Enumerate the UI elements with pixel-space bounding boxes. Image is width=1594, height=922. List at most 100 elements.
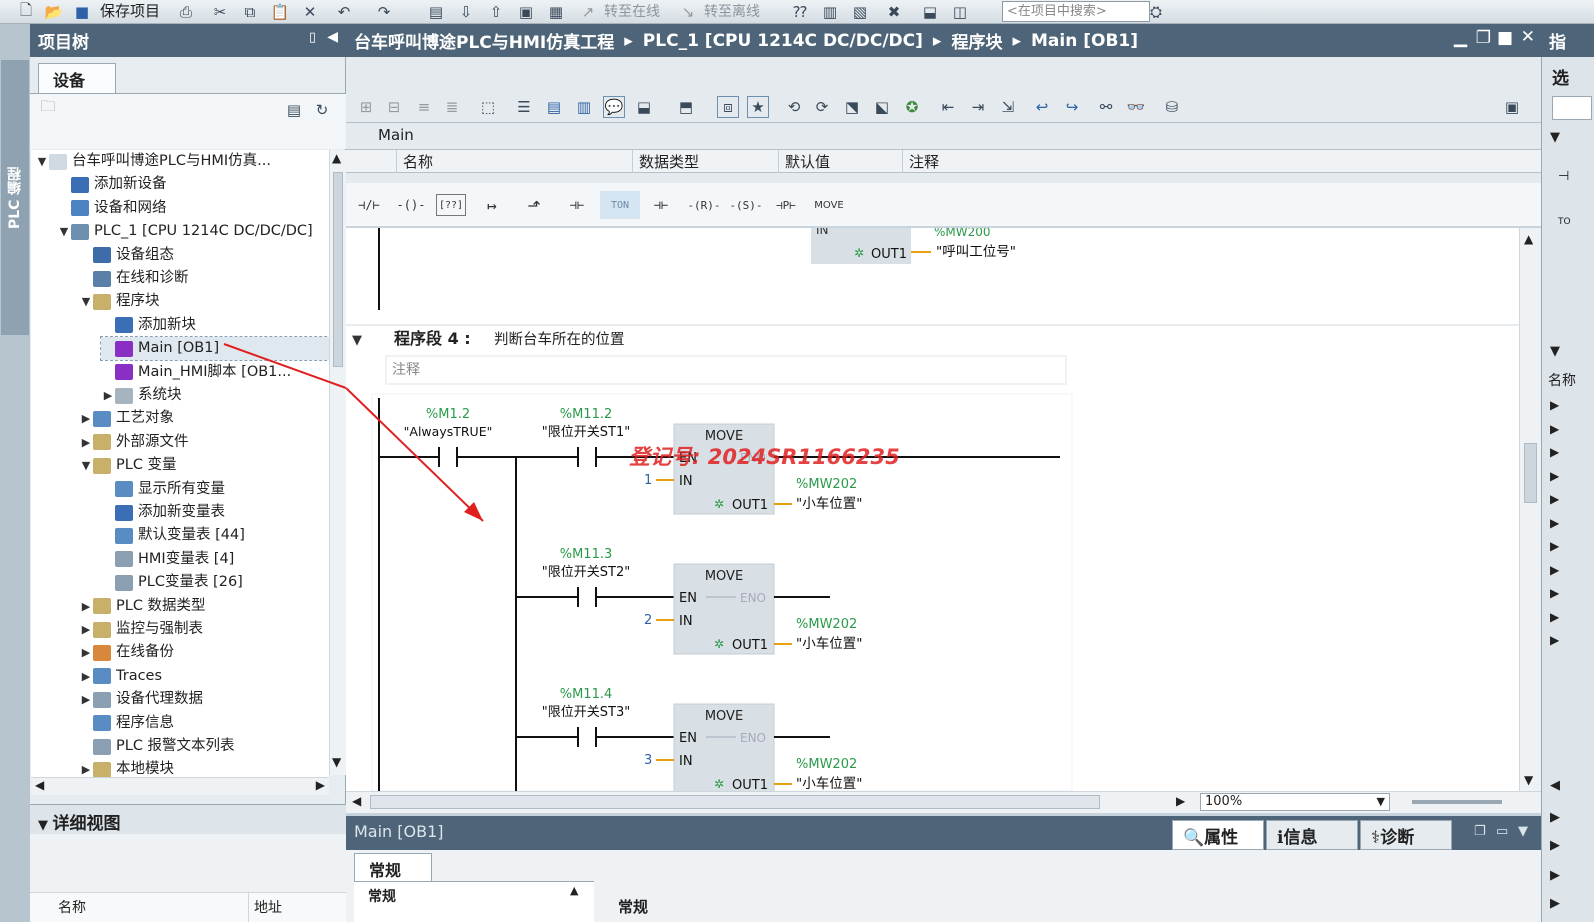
tree-vertical-scrollbar[interactable]: ▲ ▼ bbox=[329, 150, 346, 775]
favorites-icon[interactable]: ⬓ bbox=[634, 97, 654, 117]
chevron-down-icon[interactable]: ▼ bbox=[1550, 130, 1560, 145]
move-out-tag[interactable]: "小车位置" bbox=[796, 775, 862, 791]
plc-programming-tab[interactable]: PLC 编程 bbox=[1, 60, 29, 335]
go-online-button[interactable]: 转至在线 bbox=[604, 1, 660, 21]
tree-item[interactable]: PLC变量表 [26] bbox=[101, 571, 329, 594]
redo-icon[interactable]: ↷ bbox=[374, 2, 394, 22]
insert-row-icon[interactable]: ≡ bbox=[414, 97, 434, 117]
pin-icon[interactable]: ▯ bbox=[309, 30, 316, 45]
maximize-icon[interactable]: ■ bbox=[1497, 28, 1513, 48]
accessible-devices-icon[interactable]: ⁇ bbox=[790, 2, 810, 22]
modify-icon[interactable]: ⟳ bbox=[812, 97, 832, 117]
reset-coil-button[interactable]: -(R)- bbox=[684, 191, 724, 219]
collapsed-arrow-icon[interactable]: ▶ bbox=[101, 384, 115, 407]
expanded-arrow-icon[interactable]: ▼ bbox=[79, 290, 93, 313]
empty-box-icon[interactable]: ⬒ bbox=[676, 97, 696, 117]
network-comments-icon[interactable]: 💬 bbox=[603, 96, 625, 118]
expand-arrow-icon[interactable]: ▶ bbox=[1550, 896, 1560, 911]
goto-next-error-icon[interactable]: ⇥ bbox=[968, 97, 988, 117]
callstack-icon[interactable]: ⬕ bbox=[872, 97, 892, 117]
interface-splitter[interactable] bbox=[346, 173, 1541, 183]
move-button[interactable]: MOVE bbox=[808, 191, 850, 219]
tree-item[interactable]: 默认变量表 [44] bbox=[101, 524, 329, 547]
tree-item[interactable]: ▶ Traces bbox=[79, 665, 329, 688]
nav-general-item[interactable]: 常规 bbox=[368, 886, 396, 906]
goto-previous-error-icon[interactable]: ⇤ bbox=[938, 97, 958, 117]
network-comment-box[interactable] bbox=[385, 355, 1067, 385]
no-contact-button[interactable]: ⊣⊢ bbox=[644, 191, 678, 219]
expand-arrow-icon[interactable]: ▶ bbox=[1550, 465, 1559, 489]
breadcrumb-project[interactable]: 台车呼叫博途PLC与HMI仿真工程 bbox=[354, 28, 614, 53]
collapsed-arrow-icon[interactable]: ▶ bbox=[79, 665, 93, 688]
tree-item[interactable]: ▶ 监控与强制表 bbox=[79, 618, 329, 641]
expand-arrow-icon[interactable]: ▶ bbox=[1550, 418, 1559, 442]
tree-item[interactable]: ▼ PLC_1 [CPU 1214C DC/DC/DC] bbox=[57, 220, 322, 243]
scroll-left-icon[interactable]: ◀ bbox=[1550, 778, 1560, 793]
restore-icon[interactable]: ❐ bbox=[1476, 28, 1491, 48]
tree-scroll-thumb[interactable] bbox=[333, 172, 343, 367]
move-out-tag[interactable]: "小车位置" bbox=[796, 495, 862, 512]
compile-icon[interactable]: ▤ bbox=[426, 2, 446, 22]
new-project-icon[interactable]: 🗋 bbox=[16, 1, 36, 22]
tree-item[interactable]: ▼ 程序块 bbox=[79, 290, 329, 313]
move-in-value[interactable]: 3 bbox=[644, 753, 652, 768]
undo-icon[interactable]: ↶ bbox=[334, 2, 354, 22]
open-branch-button[interactable]: ↦ bbox=[476, 191, 508, 219]
go-online-icon[interactable]: ↗ bbox=[578, 2, 598, 22]
set-coil-button[interactable]: -(S)- bbox=[726, 191, 766, 219]
scroll-down-icon[interactable]: ▼ bbox=[332, 755, 341, 769]
tree-item[interactable]: ▶ 设备代理数据 bbox=[79, 688, 329, 711]
minimize-icon[interactable]: ▁ bbox=[1454, 28, 1467, 48]
scroll-right-icon[interactable]: ▶ bbox=[1176, 794, 1185, 808]
no-contact-branch-button[interactable]: ⊣⊢ bbox=[560, 191, 594, 219]
go-offline-icon[interactable]: ↘ bbox=[678, 2, 698, 22]
call-hierarchy-icon[interactable]: ↩ bbox=[1032, 97, 1052, 117]
scroll-left-icon[interactable]: ◀ bbox=[352, 794, 361, 808]
expand-arrow-icon[interactable]: ▶ bbox=[1550, 868, 1560, 883]
chevron-down-icon[interactable]: ▼ bbox=[38, 818, 53, 833]
devices-tab[interactable]: 设备 bbox=[38, 63, 116, 93]
expand-networks-icon[interactable]: ▤ bbox=[544, 97, 564, 117]
ton-button[interactable]: TON bbox=[600, 191, 640, 219]
expand-arrow-icon[interactable]: ▶ bbox=[1550, 488, 1559, 512]
coil-button[interactable]: -()- bbox=[392, 191, 430, 219]
tree-item[interactable]: 添加新变量表 bbox=[101, 501, 329, 524]
expand-arrow-icon[interactable]: ▶ bbox=[1550, 810, 1560, 825]
db-icon[interactable]: ⛁ bbox=[1162, 97, 1182, 117]
detail-view-header[interactable]: ▼ 详细视图 bbox=[30, 804, 346, 834]
reset-start-values-icon[interactable]: ⬚ bbox=[478, 97, 498, 117]
tree-horizontal-scrollbar[interactable]: ◀ ▶ bbox=[31, 777, 329, 795]
collapsed-arrow-icon[interactable]: ▶ bbox=[79, 595, 93, 618]
tree-refresh-icon[interactable]: ↻ bbox=[312, 100, 332, 120]
chevron-down-icon[interactable]: ▼ bbox=[1377, 794, 1385, 810]
expanded-arrow-icon[interactable]: ▼ bbox=[79, 454, 93, 477]
expand-arrow-icon[interactable]: ▶ bbox=[1550, 559, 1559, 583]
move-in-value[interactable]: 1 bbox=[644, 473, 652, 488]
expanded-arrow-icon[interactable]: ▼ bbox=[57, 220, 71, 243]
panel-layout-icon[interactable]: ▣ bbox=[1502, 97, 1522, 117]
zoom-slider[interactable] bbox=[1412, 800, 1502, 804]
jump-icon[interactable]: ↪ bbox=[1062, 97, 1082, 117]
tree-item[interactable]: ▶ 外部源文件 bbox=[79, 431, 329, 454]
download-icon[interactable]: ⇩ bbox=[456, 2, 476, 22]
tree-item[interactable]: 在线和诊断 bbox=[79, 267, 329, 290]
general-tab[interactable]: 常规 bbox=[354, 853, 432, 881]
col-comment[interactable]: 注释 bbox=[902, 150, 1272, 173]
chevron-down-icon[interactable]: ▼ bbox=[1550, 344, 1560, 359]
expand-arrow-icon[interactable]: ▶ bbox=[1550, 394, 1559, 418]
float-window-icon[interactable]: ❐ bbox=[1474, 824, 1486, 839]
cut-icon[interactable]: ✂ bbox=[210, 2, 230, 22]
network-description[interactable]: 判断台车所在的位置 bbox=[494, 331, 625, 348]
tree-item[interactable]: 添加新设备 bbox=[57, 173, 322, 196]
save-icon[interactable]: ■ bbox=[72, 2, 92, 22]
canvas-hscroll-thumb[interactable] bbox=[370, 795, 1100, 809]
scroll-up-icon[interactable]: ▲ bbox=[570, 884, 578, 897]
network-collapse-icon[interactable]: ▼ bbox=[352, 333, 362, 348]
contact-instruction-icon[interactable]: ⊣ bbox=[1558, 169, 1569, 184]
breadcrumb-main[interactable]: Main [OB1] bbox=[1031, 31, 1138, 51]
delete-icon[interactable]: ✕ bbox=[300, 2, 320, 22]
col-name[interactable]: 名称 bbox=[58, 897, 86, 917]
expand-arrow-icon[interactable]: ▶ bbox=[1550, 441, 1559, 465]
tree-item[interactable]: ▶ 工艺对象 bbox=[79, 407, 329, 430]
paste-icon[interactable]: 📋 bbox=[270, 2, 290, 22]
